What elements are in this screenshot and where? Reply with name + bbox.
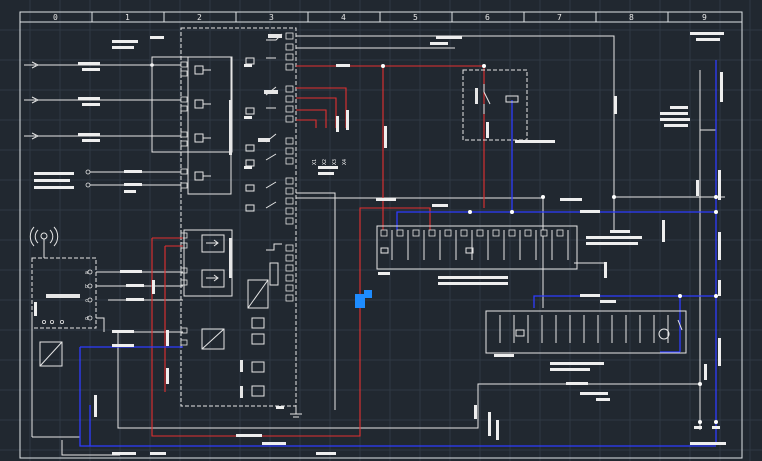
column-label: 3 [269, 13, 274, 22]
column-label: 0 [53, 13, 58, 22]
label-tags [34, 32, 726, 455]
analog-input-module[interactable] [183, 229, 233, 350]
column-label: 7 [557, 13, 562, 22]
plc-input-terminals [180, 61, 188, 346]
column-label: 5 [413, 13, 418, 22]
side-letter: b [85, 284, 88, 290]
relay-input-group[interactable] [151, 56, 233, 195]
input-arrows [24, 61, 183, 188]
column-label: 4 [341, 13, 346, 22]
column-label: 9 [702, 13, 707, 22]
pin-label: X2 [322, 159, 328, 165]
wireless-transmitter[interactable] [29, 226, 97, 329]
column-label: 1 [125, 13, 130, 22]
column-label: 2 [197, 13, 202, 22]
plc-output-terminals [285, 32, 294, 302]
terminal-strip-bottom[interactable] [485, 310, 687, 354]
white-wires [31, 35, 725, 456]
pin-label: X4 [342, 159, 348, 165]
side-letter: c [85, 298, 88, 304]
highlighted-component[interactable] [355, 290, 372, 308]
pin-label: X3 [332, 159, 338, 165]
plc-module-box[interactable] [180, 27, 297, 407]
terminal-strip-top[interactable] [376, 225, 578, 270]
contactor-panel[interactable] [462, 69, 528, 141]
column-label: 6 [485, 13, 490, 22]
side-letter: a [85, 270, 88, 276]
schematic-canvas[interactable]: 0 1 2 3 4 5 6 7 8 9 X1 X2 X3 X4 a b c d [0, 0, 762, 461]
pin-label: X1 [312, 159, 318, 165]
blue-wires [79, 60, 717, 447]
side-letter: d [85, 316, 88, 322]
terminal-cells-2 [499, 315, 683, 343]
column-label: 8 [629, 13, 634, 22]
power-supply[interactable] [39, 341, 63, 367]
